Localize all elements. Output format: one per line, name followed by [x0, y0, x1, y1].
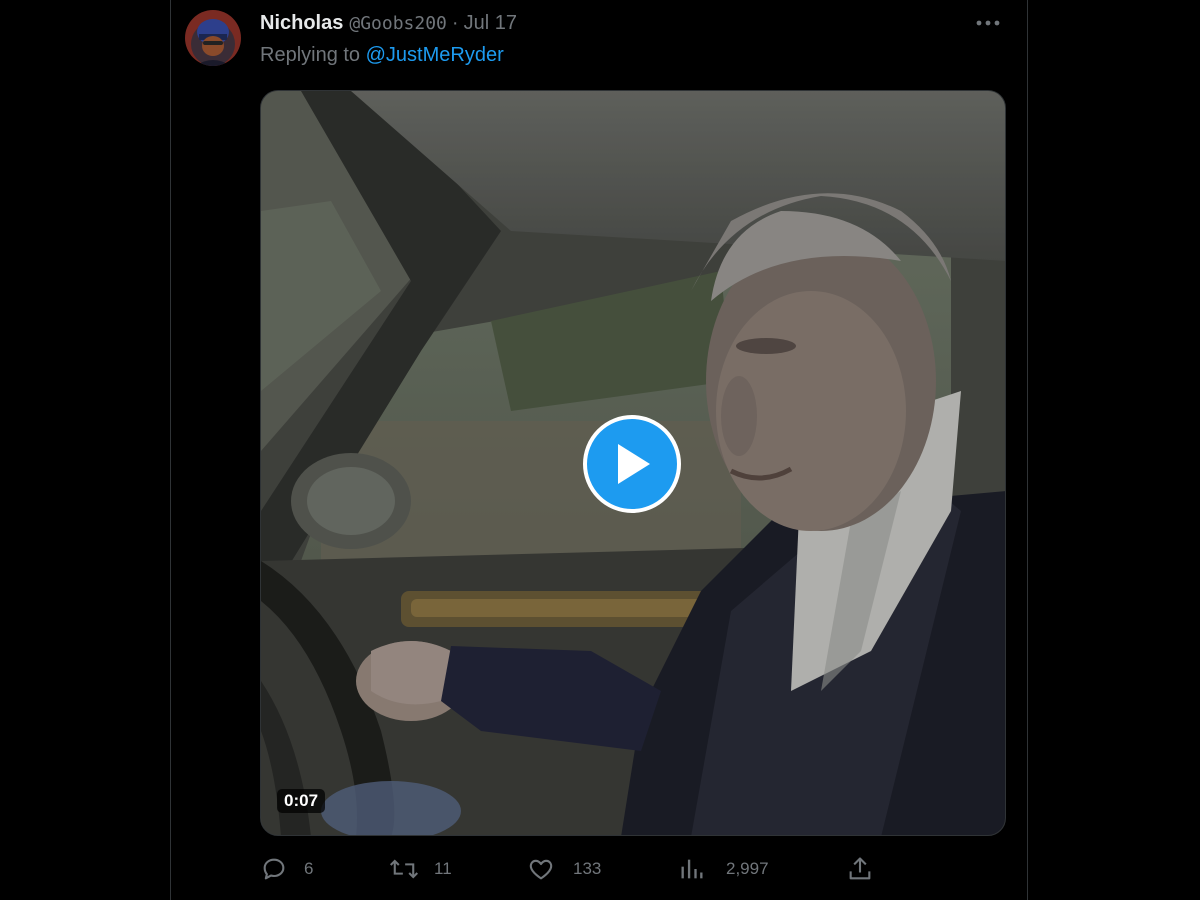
reply-count: 6	[304, 859, 314, 878]
more-options-button[interactable]	[973, 10, 1003, 36]
video-duration-badge: 0:07	[277, 789, 326, 813]
retweet-button[interactable]: 11	[389, 852, 452, 886]
author-handle[interactable]: @Goobs200	[349, 13, 447, 34]
replying-to: Replying to @JustMeRyder	[260, 44, 504, 67]
views-button[interactable]: 2,997	[678, 852, 769, 886]
timeline-column: Nicholas @Goobs200 · Jul 17 Replying to …	[170, 0, 1028, 900]
share-icon	[849, 857, 871, 880]
more-dots-icon	[976, 20, 1000, 26]
avatar[interactable]	[185, 10, 241, 66]
tweet-actions-bar: 6 11 133 2,997	[260, 852, 1006, 886]
reply-button[interactable]: 6	[260, 852, 313, 886]
play-icon	[618, 444, 650, 484]
share-button[interactable]	[846, 852, 874, 886]
views-count: 2,997	[726, 859, 769, 878]
reply-mention-link[interactable]: @JustMeRyder	[366, 44, 504, 66]
play-button[interactable]	[583, 415, 681, 513]
like-count: 133	[573, 859, 602, 878]
replying-to-label: Replying to	[260, 44, 361, 66]
video-player[interactable]: 0:07	[260, 90, 1006, 836]
avatar-image	[185, 10, 241, 66]
heart-icon	[529, 859, 553, 880]
page: Nicholas @Goobs200 · Jul 17 Replying to …	[0, 0, 1200, 900]
retweet-count: 11	[434, 859, 452, 878]
reply-icon	[263, 858, 285, 880]
like-button[interactable]: 133	[527, 852, 601, 886]
tweet-date[interactable]: Jul 17	[464, 12, 517, 35]
author-display-name[interactable]: Nicholas	[260, 12, 343, 35]
views-icon	[681, 859, 703, 879]
separator-dot: ·	[451, 11, 459, 34]
tweet-header: Nicholas @Goobs200 · Jul 17	[260, 11, 517, 35]
retweet-icon	[389, 859, 419, 879]
